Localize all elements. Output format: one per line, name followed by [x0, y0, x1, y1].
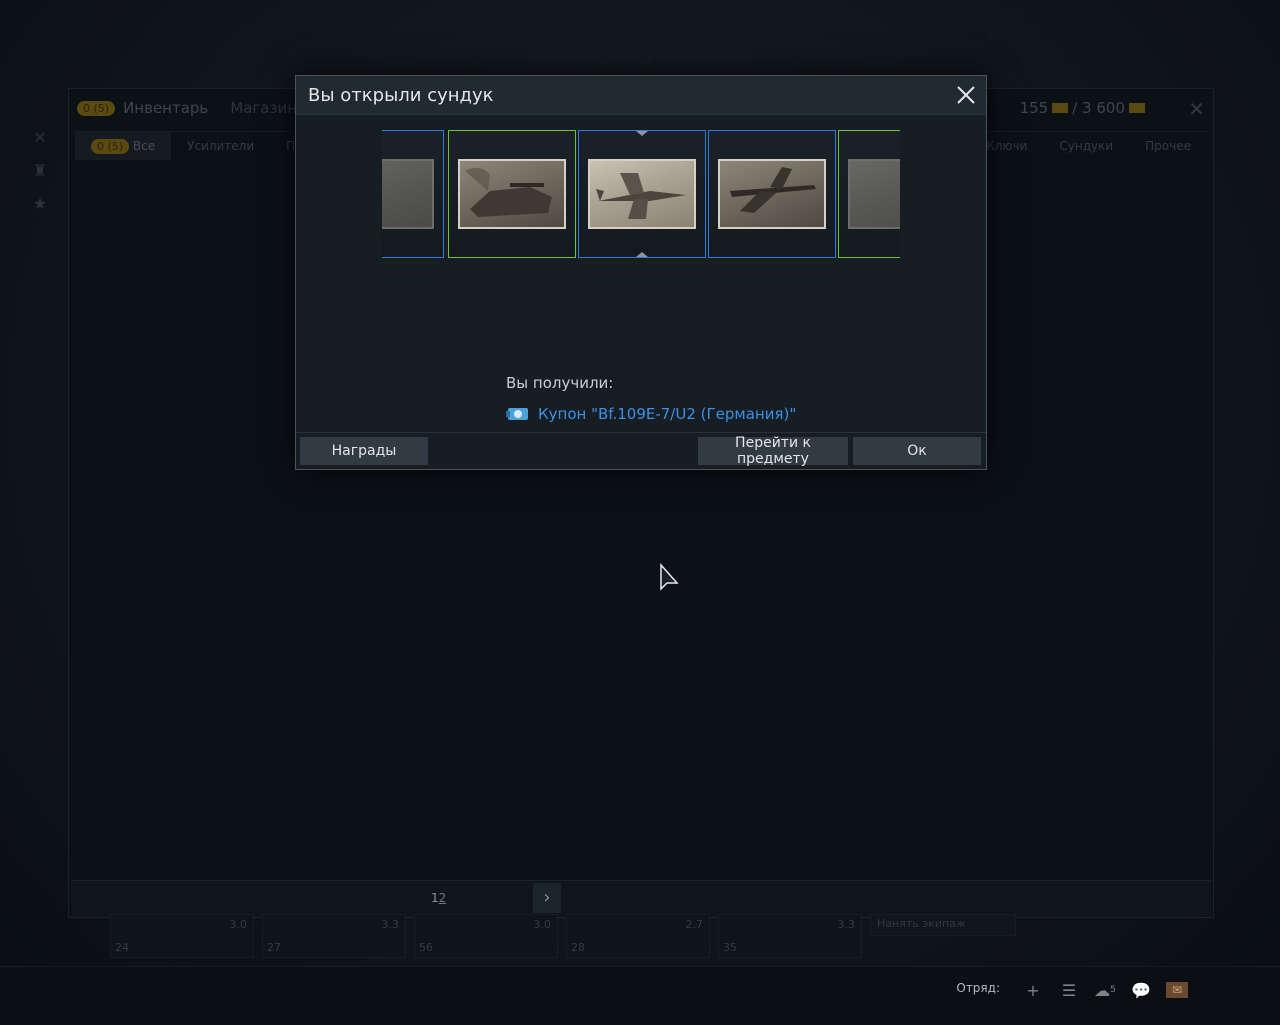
reward-reel — [382, 130, 900, 260]
slot-count: 24 — [115, 941, 129, 954]
list-icon[interactable]: ☰ — [1058, 979, 1080, 1001]
ok-button[interactable]: Ок — [853, 437, 981, 465]
slot-count: 35 — [723, 941, 737, 954]
tab-other[interactable]: Прочее — [1129, 139, 1207, 153]
hire-crew-button[interactable]: Нанять экипаж — [870, 914, 1016, 936]
tab-chests[interactable]: Сундуки — [1043, 139, 1129, 153]
dialog-footer: Награды Перейти к предмету Ок — [296, 432, 986, 469]
bottom-icons: + ☰ ☁ 5 💬 ✉ — [1022, 979, 1188, 1001]
vehicle-photo — [848, 159, 900, 229]
selection-marker — [636, 252, 648, 257]
battle-rating: 3.0 — [533, 918, 552, 931]
crew-slotbar: 3.0 24 3.3 27 3.0 56 2.7 28 3.3 35 Нанять эки… — [110, 914, 1016, 958]
inventory-header: 0 (5) Инвентарь Магазин — [77, 97, 297, 119]
inventory-badge: 0 (5) — [77, 100, 116, 116]
page-current: 1 — [431, 891, 439, 905]
vehicle-slot[interactable]: 3.3 35 — [718, 914, 862, 958]
inventory-title: Инвентарь — [123, 99, 209, 117]
rewards-button[interactable]: Награды — [300, 437, 428, 465]
shop-tab[interactable]: Магазин — [230, 99, 297, 117]
coupon-icon — [506, 408, 528, 420]
vehicle-slot[interactable]: 2.7 28 — [566, 914, 710, 958]
reel-card — [382, 130, 444, 258]
vehicle-slot[interactable]: 3.0 56 — [414, 914, 558, 958]
slot-count: 27 — [267, 941, 281, 954]
reel-card-selected — [578, 130, 706, 258]
page-2[interactable]: 2 — [439, 891, 447, 905]
slot-count: 28 — [571, 941, 585, 954]
mail-icon[interactable]: ✉ — [1166, 982, 1188, 998]
add-squad-icon[interactable]: + — [1022, 979, 1044, 1001]
received-label: Вы получили: — [506, 374, 614, 392]
balance-max: / 3 600 — [1072, 99, 1125, 117]
vehicle-slot[interactable]: 3.0 24 — [110, 914, 254, 958]
reward-link[interactable]: Купон "Bf.109E-7/U2 (Германия)" — [538, 405, 796, 423]
plane-photo — [588, 159, 696, 229]
left-rail: ✕ ♜ ★ — [30, 128, 50, 227]
reward-row: Купон "Bf.109E-7/U2 (Германия)" — [506, 404, 796, 424]
tab-boosters[interactable]: Усилители — [171, 139, 270, 153]
close-icon[interactable]: ✕ — [30, 128, 50, 147]
slot-count: 56 — [419, 941, 433, 954]
close-icon[interactable] — [952, 81, 980, 109]
battle-rating: 3.3 — [837, 918, 856, 931]
friends-icon[interactable]: ☁ 5 — [1094, 979, 1116, 1001]
next-page-button[interactable]: › — [533, 883, 561, 913]
battle-rating: 2.7 — [685, 918, 704, 931]
battle-rating: 3.3 — [381, 918, 400, 931]
reel-card — [448, 130, 576, 258]
battle-rating: 3.0 — [229, 918, 248, 931]
friends-count: 5 — [1110, 985, 1116, 995]
ghost-title: Сундук — [590, 42, 682, 70]
tab-all-label: Все — [132, 139, 156, 153]
bomber-photo — [718, 159, 826, 229]
squad-label: Отряд: — [956, 981, 1000, 995]
vehicle-photo — [382, 159, 434, 229]
person-icon[interactable]: ♜ — [30, 161, 50, 180]
go-to-item-button[interactable]: Перейти к предмету — [698, 435, 848, 467]
inventory-close-icon[interactable]: ✕ — [1188, 97, 1205, 121]
balance-value: 155 — [1019, 99, 1049, 117]
chat-icon[interactable]: 💬 — [1130, 979, 1152, 1001]
chest-opened-dialog: Вы открыли сундук Вы получили: Купон "Bf… — [295, 75, 987, 470]
star-icon[interactable]: ★ — [30, 194, 50, 213]
eagle-icon — [1129, 103, 1145, 113]
reel-card — [708, 130, 836, 258]
dialog-title: Вы открыли сундук — [308, 84, 494, 106]
tab-all-badge: 0 (5) — [91, 139, 130, 154]
eagle-icon — [1052, 103, 1069, 113]
balance: 155 / 3 600 — [1020, 99, 1149, 117]
reel-card — [838, 130, 900, 258]
vehicle-slot[interactable]: 3.3 27 — [262, 914, 406, 958]
pagination: 12 — [431, 891, 446, 905]
tab-all[interactable]: 0 (5) Все — [75, 132, 172, 160]
tank-photo — [458, 159, 566, 229]
mouse-cursor-icon — [660, 563, 679, 591]
bottom-bar: Отряд: + ☰ ☁ 5 💬 ✉ — [0, 966, 1280, 1025]
selection-marker — [636, 131, 648, 136]
inventory-footer: 12 › — [71, 880, 1211, 917]
dialog-header: Вы открыли сундук — [296, 76, 986, 115]
